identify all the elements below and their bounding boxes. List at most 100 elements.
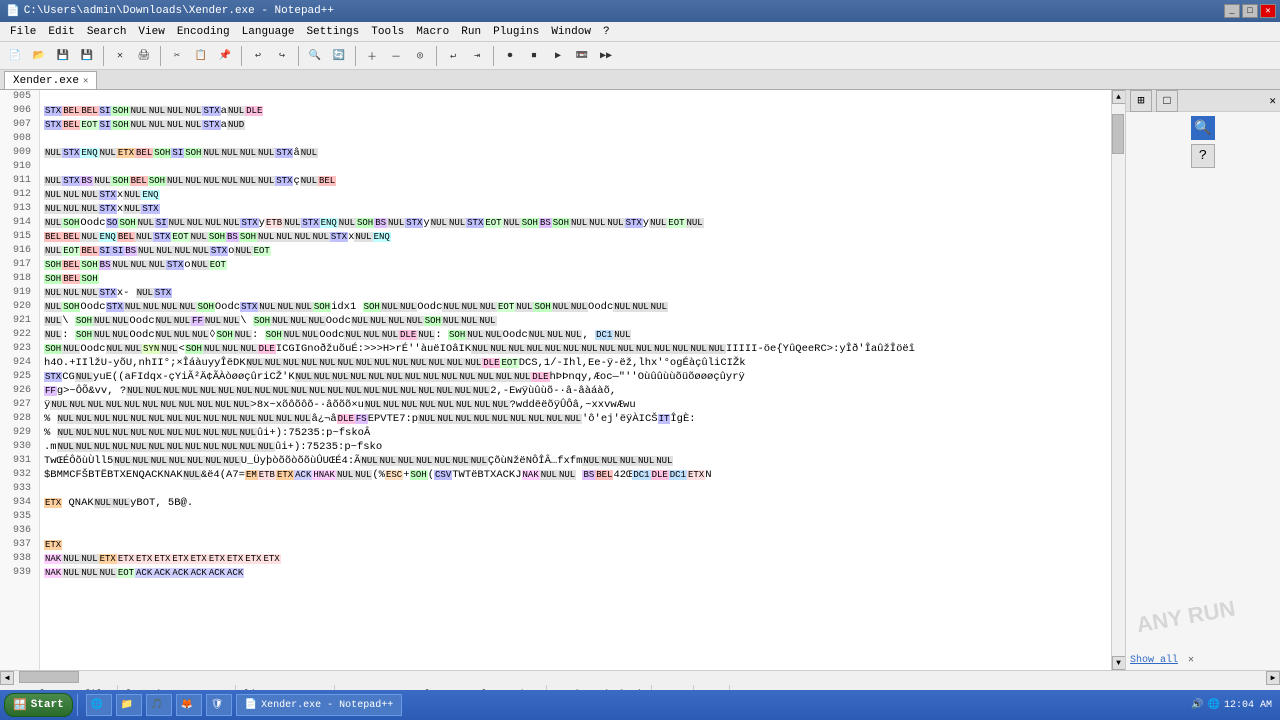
line-937: ETX (40, 538, 1111, 552)
menu-window[interactable]: Window (545, 24, 597, 40)
title-bar-text: C:\Users\admin\Downloads\Xender.exe - No… (20, 5, 1224, 17)
maximize-button[interactable]: □ (1242, 4, 1258, 18)
menu-plugins[interactable]: Plugins (487, 24, 545, 40)
vertical-scrollbar[interactable]: ▲ ▼ (1111, 90, 1125, 670)
menu-run[interactable]: Run (455, 24, 487, 40)
panel-grid-icon[interactable]: ⊞ (1130, 90, 1152, 112)
undo-button[interactable]: ↩ (247, 45, 269, 67)
title-bar: 📄 C:\Users\admin\Downloads\Xender.exe - … (0, 0, 1280, 22)
menu-macro[interactable]: Macro (410, 24, 455, 40)
open-button[interactable]: 📂 (28, 45, 50, 67)
scroll-left-arrow[interactable]: ◀ (0, 671, 14, 685)
zoom-out-button[interactable]: － (385, 45, 407, 67)
save-all-button[interactable]: 💾 (76, 45, 98, 67)
new-button[interactable]: 📄 (4, 45, 26, 67)
wrap-button[interactable]: ↵ (442, 45, 464, 67)
menu-tools[interactable]: Tools (365, 24, 410, 40)
close-button[interactable]: ✕ (1260, 4, 1276, 18)
show-all-link[interactable]: Show all (1130, 655, 1178, 666)
ln-922: 922 (4, 328, 35, 342)
zoom-in-button[interactable]: ＋ (361, 45, 383, 67)
redo-button[interactable]: ↪ (271, 45, 293, 67)
horizontal-scrollbar[interactable]: ◀ ▶ (0, 670, 1280, 684)
macro-record-button[interactable]: ⏺ (499, 45, 521, 67)
menu-search[interactable]: Search (81, 24, 133, 40)
scroll-track-v[interactable] (1112, 104, 1126, 656)
ln-938: 938 (4, 552, 35, 566)
tray-icon-2[interactable]: 🌐 (1208, 699, 1220, 711)
menu-bar: File Edit Search View Encoding Language … (0, 22, 1280, 42)
menu-settings[interactable]: Settings (300, 24, 365, 40)
taskbar-explorer-icon[interactable]: 📁 (116, 694, 142, 716)
main-area: 905 906 907 908 909 910 911 912 913 914 … (0, 90, 1280, 670)
save-button[interactable]: 💾 (52, 45, 74, 67)
print-button[interactable]: 🖨 (133, 45, 155, 67)
ln-927: 927 (4, 398, 35, 412)
macro-play-button[interactable]: ▶ (547, 45, 569, 67)
line-929: % NULNULNULNULNULNULNULNULNULNULNULûi+):… (40, 426, 1111, 440)
indent-button[interactable]: ⇥ (466, 45, 488, 67)
tab-close-button[interactable]: ✕ (83, 76, 88, 86)
taskbar-ie-icon[interactable]: 🌐 (86, 694, 112, 716)
paste-button[interactable]: 📌 (214, 45, 236, 67)
taskbar-tray: 🔊 🌐 12:04 AM (1191, 699, 1276, 711)
macro-run-button[interactable]: ▶▶ (595, 45, 617, 67)
menu-edit[interactable]: Edit (42, 24, 80, 40)
start-button[interactable]: 🪟 Start (4, 693, 73, 717)
code-editor[interactable]: STXBELBELSISOHNULNULNULNULSTXaNULDLE STX… (40, 90, 1111, 670)
ln-916: 916 (4, 244, 35, 258)
ln-914: 914 (4, 216, 35, 230)
sep3 (241, 46, 242, 66)
taskbar-media-icon[interactable]: 🎵 (146, 694, 172, 716)
taskbar-open-item[interactable]: 📄 Xender.exe - Notepad++ (236, 694, 402, 716)
line-932: $BMMCFŠBTËBTXENQACKNAKNUL&ë4(A7=EMETBETX… (40, 468, 1111, 482)
ln-919: 919 (4, 286, 35, 300)
menu-language[interactable]: Language (236, 24, 301, 40)
scroll-up-arrow[interactable]: ▲ (1112, 90, 1126, 104)
tab-xender[interactable]: Xender.exe ✕ (4, 71, 97, 89)
scroll-right-arrow[interactable]: ▶ (1266, 671, 1280, 685)
panel-dismiss-button[interactable]: ✕ (1188, 655, 1194, 666)
find-button[interactable]: 🔍 (304, 45, 326, 67)
macro-stop-button[interactable]: ⏹ (523, 45, 545, 67)
panel-help-button[interactable]: ? (1191, 144, 1215, 168)
taskbar-firefox-icon[interactable]: 🦊 (176, 694, 202, 716)
minimize-button[interactable]: _ (1224, 4, 1240, 18)
menu-file[interactable]: File (4, 24, 42, 40)
line-912: NULNULNULSTXxNULENQ (40, 188, 1111, 202)
ln-925: 925 (4, 370, 35, 384)
taskbar-av-icon[interactable]: 🛡 (206, 694, 232, 716)
taskbar: 🪟 Start 🌐 📁 🎵 🦊 🛡 📄 Xender.exe - Notepad… (0, 690, 1280, 720)
panel-search-button[interactable]: 🔍 (1191, 116, 1215, 140)
tray-icon-1[interactable]: 🔊 (1191, 699, 1203, 711)
taskbar-open-label: Xender.exe - Notepad++ (261, 700, 393, 711)
line-905 (40, 90, 1111, 104)
ln-932: 932 (4, 468, 35, 482)
menu-help[interactable]: ? (597, 24, 616, 40)
ln-920: 920 (4, 300, 35, 314)
panel-header-icons: ⊞ □ (1130, 90, 1178, 112)
right-panel-close[interactable]: ✕ (1269, 94, 1276, 108)
close-file-button[interactable]: ✕ (109, 45, 131, 67)
line-918: SOHBELSOH (40, 272, 1111, 286)
macro-save-button[interactable]: 📼 (571, 45, 593, 67)
scroll-down-arrow[interactable]: ▼ (1112, 656, 1126, 670)
line-917: SOHBELSOHBSNULNULNULSTXoNULEOT (40, 258, 1111, 272)
cut-button[interactable]: ✂ (166, 45, 188, 67)
menu-view[interactable]: View (132, 24, 170, 40)
menu-encoding[interactable]: Encoding (171, 24, 236, 40)
scroll-track-h[interactable] (14, 671, 1266, 685)
panel-window-icon[interactable]: □ (1156, 90, 1178, 112)
scroll-thumb-h[interactable] (19, 671, 79, 683)
line-931: TwŒÉÔõùÙll5NULNULNULNULNULNULNULU_Üyþòõõ… (40, 454, 1111, 468)
ln-906: 906 (4, 104, 35, 118)
copy-button[interactable]: 📋 (190, 45, 212, 67)
taskbar-sep (77, 694, 78, 716)
ln-933: 933 (4, 482, 35, 496)
tab-label: Xender.exe (13, 75, 79, 87)
find-replace-button[interactable]: 🔄 (328, 45, 350, 67)
ln-918: 918 (4, 272, 35, 286)
scroll-thumb-v[interactable] (1112, 114, 1124, 154)
sep4 (298, 46, 299, 66)
zoom-restore-button[interactable]: ◎ (409, 45, 431, 67)
